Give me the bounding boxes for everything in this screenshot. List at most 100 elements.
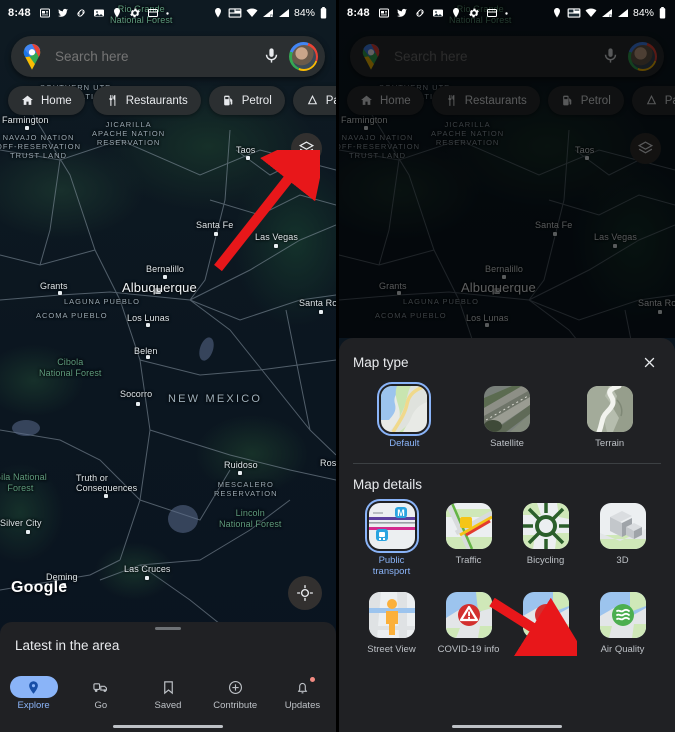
chip-restaurants[interactable]: Restaurants	[92, 86, 201, 115]
park-icon	[307, 94, 317, 105]
map-type-satellite[interactable]: Satellite	[456, 386, 559, 449]
detail-label: Street View	[367, 644, 416, 655]
status-bar-right: 8:48 R 84%	[339, 0, 675, 26]
chip-home[interactable]: Home	[8, 86, 85, 115]
my-location-icon	[297, 585, 313, 601]
twitter-icon	[57, 7, 69, 19]
nav-item-contribute[interactable]: Contribute	[202, 676, 269, 711]
nav-pill	[77, 676, 125, 698]
location-pin-icon	[212, 7, 224, 19]
restaurant-icon	[108, 95, 116, 106]
battery-percentage: 84%	[632, 7, 654, 19]
latest-in-area-sheet[interactable]: Latest in the area	[0, 622, 336, 670]
svg-text:R: R	[270, 14, 274, 19]
detail-label: Wildfires	[527, 644, 564, 655]
status-bar-left: 8:48 R 84%	[0, 0, 336, 26]
map-details-row-2: Street View COVID-19 info Wildfires Air …	[353, 592, 661, 655]
map-type-label: Satellite	[490, 438, 524, 449]
nav-label: Explore	[17, 700, 50, 711]
map-layers-button[interactable]	[291, 133, 322, 164]
layers-icon	[298, 141, 315, 154]
place-pin-icon	[29, 680, 38, 694]
scrim-overlay[interactable]	[339, 0, 675, 338]
signal-r-icon: R	[601, 7, 613, 19]
wifi-icon	[246, 7, 258, 19]
chip-petrol[interactable]: Petrol	[208, 86, 285, 115]
nav-label: Contribute	[213, 700, 258, 711]
water-body	[12, 420, 40, 436]
detail-air-quality[interactable]: Air Quality	[584, 592, 661, 655]
nav-label: Updates	[284, 700, 321, 711]
google-watermark: Google	[11, 579, 68, 596]
covid-info-thumb	[445, 592, 492, 638]
nav-pill	[211, 676, 259, 698]
map-layers-sheet: Map type Default Satellite Terrain Map d…	[339, 338, 675, 732]
detail-bicycling[interactable]: Bicycling	[507, 503, 584, 577]
water-body	[168, 505, 198, 533]
detail-label: 3D	[616, 555, 629, 566]
detail-3d[interactable]: 3D	[584, 503, 661, 577]
detail-street-view[interactable]: Street View	[353, 592, 430, 655]
svg-text:R: R	[609, 14, 613, 19]
screenshot-icon	[147, 7, 159, 19]
detail-traffic[interactable]: Traffic	[430, 503, 507, 577]
search-bar-left[interactable]	[11, 36, 325, 77]
map-details-row-1: M Public transport Traffic Bicycling 3D	[353, 499, 661, 577]
home-icon	[22, 95, 33, 105]
my-location-button[interactable]	[288, 576, 322, 610]
nav-item-explore[interactable]: Explore	[0, 676, 67, 711]
sheet-title: Latest in the area	[15, 638, 120, 653]
traffic-thumb	[445, 503, 492, 549]
nav-item-go[interactable]: Go	[67, 676, 134, 711]
avatar[interactable]	[289, 42, 318, 71]
detail-covid-info[interactable]: COVID-19 info	[430, 592, 507, 655]
detail-label: Traffic	[455, 555, 482, 566]
nav-item-updates[interactable]: Updates	[269, 676, 336, 711]
status-time: 8:48	[8, 7, 31, 19]
plus-circle-icon	[228, 680, 242, 694]
search-input[interactable]	[43, 49, 263, 64]
right-phone-screen: Rio Grande National ForestFarmingtonJICA…	[339, 0, 675, 732]
nav-pill	[144, 676, 192, 698]
bicycling-thumb	[522, 503, 569, 549]
close-icon	[644, 357, 654, 367]
map-type-terrain[interactable]: Terrain	[558, 386, 661, 449]
fuel-icon	[223, 95, 232, 106]
category-chips-left: Home Restaurants Petrol Parks	[8, 86, 336, 115]
nav-pill	[278, 676, 326, 698]
bell-icon	[297, 682, 308, 693]
twitter-icon	[396, 7, 408, 19]
vpn-icon	[228, 7, 242, 19]
detail-label: Public transport	[372, 555, 411, 577]
map-type-header: Map type	[353, 338, 661, 386]
chip-label: Restaurants	[125, 94, 188, 107]
screenshot-root: Rio Grande National Forest Farmington JICA…	[0, 0, 675, 732]
news-icon	[39, 7, 51, 19]
gesture-bar-right	[452, 725, 562, 728]
map-type-label: Default	[389, 438, 420, 449]
chip-parks[interactable]: Parks	[292, 86, 336, 115]
chip-label: Parks	[325, 94, 336, 107]
detail-wildfires[interactable]: Wildfires	[507, 592, 584, 655]
vpn-icon	[567, 7, 581, 19]
battery-percentage: 84%	[293, 7, 315, 19]
photos-icon	[432, 7, 444, 19]
detail-label: Bicycling	[526, 555, 565, 566]
detail-label: COVID-19 info	[437, 644, 500, 655]
sheet-divider	[353, 463, 661, 464]
map-type-default[interactable]: Default	[353, 382, 456, 449]
detail-public-transport[interactable]: M Public transport	[353, 499, 430, 577]
chip-label: Petrol	[241, 94, 272, 107]
signal-r-icon: R	[262, 7, 274, 19]
svg-text:M: M	[397, 508, 405, 518]
air-quality-thumb	[599, 592, 646, 638]
signal-icon	[278, 7, 290, 19]
close-button[interactable]	[637, 350, 661, 374]
map-details-title: Map details	[353, 477, 423, 492]
wildfires-thumb	[522, 592, 569, 638]
nav-item-saved[interactable]: Saved	[134, 676, 201, 711]
nav-label: Go	[94, 700, 108, 711]
location-pin-icon	[111, 7, 123, 19]
mic-icon[interactable]	[263, 47, 280, 67]
map-type-title: Map type	[353, 354, 409, 370]
